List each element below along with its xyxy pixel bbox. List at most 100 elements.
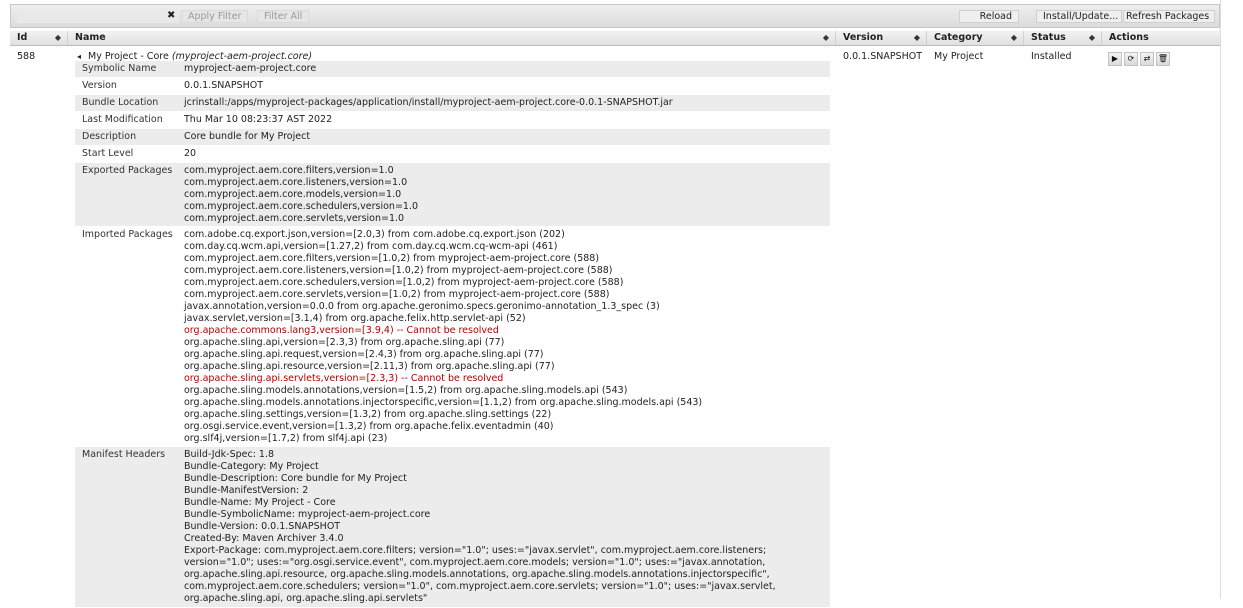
- column-header-status[interactable]: Status ◆: [1024, 31, 1102, 45]
- column-id-label: Id: [17, 32, 28, 43]
- bundle-category: My Project: [934, 51, 984, 62]
- detail-key: Last Modification: [82, 114, 163, 125]
- imported-package-unresolved: org.apache.commons.lang3,version=[3.9,4)…: [184, 325, 499, 336]
- detail-row-bundle-location: Bundle Location jcrinstall:/apps/myproje…: [75, 95, 830, 112]
- imported-package: com.myproject.aem.core.servlets,version=…: [184, 289, 610, 300]
- filter-all-button[interactable]: Filter All: [257, 10, 310, 23]
- table-header: Id ◆ Name ◆ Version ◆ Category ◆ Status …: [10, 31, 1220, 46]
- column-version-label: Version: [843, 32, 884, 43]
- manifest-header-line: org.apache.sling.api, org.apache.sling.a…: [184, 593, 428, 604]
- bundle-id: 588: [17, 51, 36, 62]
- exported-package: com.myproject.aem.core.filters,version=1…: [184, 165, 394, 176]
- imported-package: org.apache.sling.api.resource,version=[2…: [184, 361, 555, 372]
- detail-key: Manifest Headers: [82, 449, 166, 460]
- imported-package: com.myproject.aem.core.filters,version=[…: [184, 253, 600, 264]
- detail-value: com.myproject.aem.core.filters,version=1…: [184, 163, 830, 227]
- column-header-version[interactable]: Version ◆: [836, 31, 927, 45]
- column-header-category[interactable]: Category ◆: [927, 31, 1024, 45]
- imported-package: org.apache.sling.settings,version=[1.3,2…: [184, 409, 552, 420]
- manifest-header-line: Bundle-SymbolicName: myproject-aem-proje…: [184, 509, 431, 520]
- imported-package-unresolved: org.apache.sling.api.servlets,version=[2…: [184, 373, 504, 384]
- imported-package: com.day.cq.wcm.api,version=[1.27,2) from…: [184, 241, 558, 252]
- imported-package: org.apache.sling.api.request,version=[2.…: [184, 349, 544, 360]
- bundle-status: Installed: [1031, 51, 1072, 62]
- detail-value: com.adobe.cq.export.json,version=[2.0,3)…: [184, 227, 830, 447]
- start-bundle-button[interactable]: ▶: [1108, 52, 1122, 66]
- clear-filter-icon[interactable]: ✖: [167, 11, 175, 21]
- detail-key: Exported Packages: [82, 165, 173, 176]
- detail-row-exported-packages: Exported Packages com.myproject.aem.core…: [75, 163, 830, 227]
- detail-key: Imported Packages: [82, 229, 173, 240]
- detail-key: Symbolic Name: [82, 63, 157, 74]
- detail-row-version: Version 0.0.1.SNAPSHOT: [75, 78, 830, 95]
- exported-package: com.myproject.aem.core.listeners,version…: [184, 177, 408, 188]
- bundle-details-table: Symbolic Name myproject-aem-project.core…: [75, 61, 830, 608]
- sort-icon[interactable]: ◆: [1011, 31, 1017, 45]
- manifest-header-line: Bundle-Description: Core bundle for My P…: [184, 473, 407, 484]
- detail-row-imported-packages: Imported Packages com.adobe.cq.export.js…: [75, 227, 830, 447]
- manifest-header-line: Export-Package: com.myproject.aem.core.f…: [184, 545, 767, 556]
- bundle-actions: ▶ ⟳ ⇄ 🗑: [1108, 52, 1172, 66]
- column-status-label: Status: [1031, 32, 1066, 43]
- detail-value: Build-Jdk-Spec: 1.8 Bundle-Category: My P…: [184, 447, 830, 607]
- manifest-header-line: Created-By: Maven Archiver 3.4.0: [184, 533, 344, 544]
- manifest-header-line: Bundle-ManifestVersion: 2: [184, 485, 309, 496]
- apply-filter-button[interactable]: Apply Filter: [181, 10, 249, 23]
- exported-package: com.myproject.aem.core.schedulers,versio…: [184, 201, 419, 212]
- detail-key: Start Level: [82, 148, 134, 159]
- imported-package: javax.servlet,version=[3.1,4) from org.a…: [184, 313, 526, 324]
- install-update-button[interactable]: Install/Update...: [1036, 10, 1122, 23]
- reload-button[interactable]: Reload: [959, 10, 1019, 23]
- manifest-header-line: org.apache.sling.api.resource, org.apach…: [184, 569, 770, 580]
- imported-package: org.apache.sling.models.annotations.inje…: [184, 397, 703, 408]
- detail-row-description: Description Core bundle for My Project: [75, 129, 830, 146]
- bundle-version: 0.0.1.SNAPSHOT: [843, 51, 923, 62]
- refresh-bundle-button[interactable]: ⟳: [1124, 52, 1138, 66]
- detail-row-symbolic-name: Symbolic Name myproject-aem-project.core: [75, 61, 830, 78]
- imported-package: org.slf4j,version=[1.7,2) from slf4j.api…: [184, 433, 388, 444]
- toolbar: ✖ Apply Filter Filter All Reload Install…: [10, 4, 1220, 28]
- manifest-header-line: Bundle-Version: 0.0.1.SNAPSHOT: [184, 521, 341, 532]
- sort-icon[interactable]: ◆: [1089, 31, 1095, 45]
- detail-value: 0.0.1.SNAPSHOT: [184, 80, 264, 91]
- detail-key: Description: [82, 131, 137, 142]
- sort-icon[interactable]: ◆: [823, 31, 829, 45]
- sort-icon[interactable]: ◆: [914, 31, 920, 45]
- imported-package: javax.annotation,version=0.0.0 from org.…: [184, 301, 660, 312]
- exported-package: com.myproject.aem.core.models,version=1.…: [184, 189, 402, 200]
- detail-row-manifest-headers: Manifest Headers Build-Jdk-Spec: 1.8 Bund…: [75, 447, 830, 608]
- imported-package: org.osgi.service.event,version=[1.3,2) f…: [184, 421, 554, 432]
- detail-value: myproject-aem-project.core: [184, 63, 317, 74]
- column-name-label: Name: [75, 32, 106, 43]
- manifest-header-line: com.myproject.aem.core.schedulers; versi…: [184, 581, 776, 592]
- detail-key: Bundle Location: [82, 97, 159, 108]
- manifest-header-line: version="1.0"; uses:="org.osgi.service.e…: [184, 557, 766, 568]
- refresh-packages-button[interactable]: Refresh Packages: [1123, 10, 1215, 23]
- detail-value: Thu Mar 10 08:23:37 AST 2022: [184, 114, 333, 125]
- sort-icon[interactable]: ◆: [55, 31, 61, 45]
- update-bundle-button[interactable]: ⇄: [1140, 52, 1154, 66]
- uninstall-bundle-button[interactable]: 🗑: [1156, 52, 1170, 66]
- detail-value: Core bundle for My Project: [184, 131, 311, 142]
- exported-package: com.myproject.aem.core.servlets,version=…: [184, 213, 405, 224]
- imported-package: com.adobe.cq.export.json,version=[2.0,3)…: [184, 229, 565, 240]
- manifest-header-line: Bundle-Name: My Project - Core: [184, 497, 336, 508]
- manifest-header-line: Build-Jdk-Spec: 1.8: [184, 449, 275, 460]
- imported-package: com.myproject.aem.core.schedulers,versio…: [184, 277, 624, 288]
- imported-package: org.apache.sling.api,version=[2.3,3) fro…: [184, 337, 505, 348]
- imported-package: com.myproject.aem.core.listeners,version…: [184, 265, 613, 276]
- detail-key: Version: [82, 80, 117, 91]
- filter-input[interactable]: [17, 10, 179, 23]
- column-header-actions: Actions: [1102, 31, 1220, 45]
- detail-value: jcrinstall:/apps/myproject-packages/appl…: [184, 97, 673, 108]
- column-header-name[interactable]: Name ◆: [68, 31, 836, 45]
- page-right-border: [1220, 0, 1221, 599]
- imported-package: org.apache.sling.models.annotations,vers…: [184, 385, 628, 396]
- manifest-header-line: Bundle-Category: My Project: [184, 461, 319, 472]
- column-header-id[interactable]: Id ◆: [10, 31, 68, 45]
- detail-value: 20: [184, 148, 197, 159]
- column-actions-label: Actions: [1109, 32, 1149, 43]
- detail-row-start-level: Start Level 20: [75, 146, 830, 163]
- detail-row-last-modification: Last Modification Thu Mar 10 08:23:37 AS…: [75, 112, 830, 129]
- column-category-label: Category: [934, 32, 983, 43]
